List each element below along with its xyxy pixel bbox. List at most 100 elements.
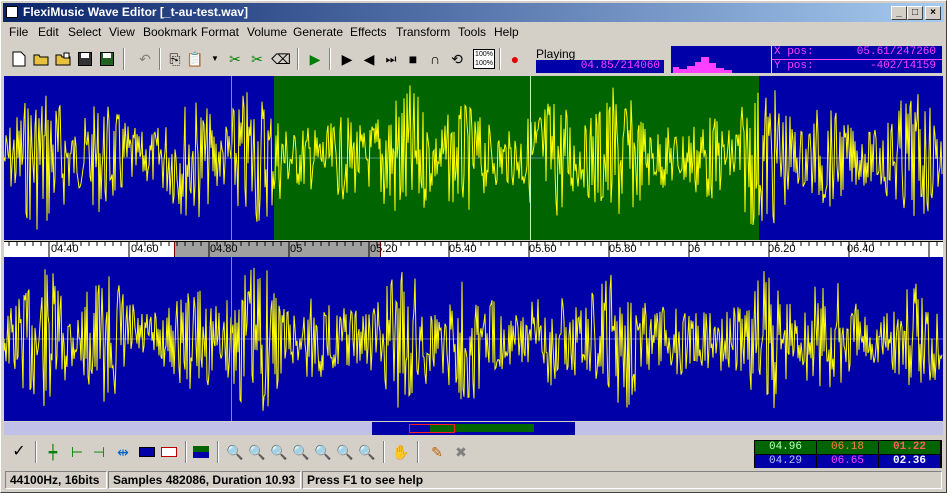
play-icon[interactable]: ▶	[305, 48, 325, 70]
overview-viewport[interactable]	[372, 422, 575, 435]
zoom-one-icon[interactable]: 🔍	[313, 441, 333, 463]
toolbar-separator	[123, 48, 125, 70]
select-to-end-icon[interactable]: ⊣	[89, 441, 109, 463]
title-bar: FlexiMusic Wave Editor [_t-au-test.wav] …	[3, 3, 944, 22]
level-meter-bars	[673, 57, 732, 73]
select-none-icon[interactable]	[159, 441, 179, 463]
ruler-label: 05.80	[609, 243, 637, 255]
marker-icon[interactable]: ┿	[43, 441, 63, 463]
playback-cursor[interactable]	[231, 257, 232, 421]
ruler-label: 05.20	[370, 243, 398, 255]
x-pos-value: 05.61/247260	[856, 46, 936, 58]
view-end-time: 06.65	[817, 455, 878, 468]
repeat-icon[interactable]: ⟲	[447, 48, 467, 70]
waveform-left-trace	[4, 85, 943, 230]
open-recent-icon[interactable]	[53, 48, 73, 70]
playback-status-label: Playing	[536, 47, 576, 61]
step-forward-icon[interactable]: ⏭	[381, 48, 401, 70]
status-samples: Samples 482086, Duration 10.93	[108, 471, 301, 489]
view-length: 02.36	[879, 455, 940, 468]
menu-help[interactable]: Help	[494, 25, 519, 39]
playback-cursor[interactable]	[231, 76, 232, 240]
menu-transform[interactable]: Transform	[396, 25, 450, 39]
paste-dropdown-icon[interactable]: ▼	[205, 48, 225, 70]
ruler-label: 06.40	[847, 243, 875, 255]
toolbar-separator	[159, 48, 161, 70]
status-format: 44100Hz, 16bits	[5, 471, 107, 489]
hand-scroll-icon[interactable]: ✋	[391, 441, 411, 463]
zoom-100-label: 100%	[475, 51, 493, 58]
ruler-label: 05.60	[529, 243, 557, 255]
app-icon	[6, 6, 18, 18]
new-file-icon[interactable]	[9, 48, 29, 70]
loop-icon[interactable]: ∩	[425, 48, 445, 70]
select-between-icon[interactable]: ⇹	[113, 441, 133, 463]
toolbar-separator	[217, 441, 219, 463]
play-selection-icon[interactable]: ▶	[337, 48, 357, 70]
zoom-out-icon[interactable]: 🔍	[291, 441, 311, 463]
minimize-button[interactable]: _	[891, 6, 907, 20]
toolbar-separator	[383, 441, 385, 463]
select-to-start-icon[interactable]: ⊢	[67, 441, 87, 463]
waveform-channel-right[interactable]	[4, 257, 943, 421]
pencil-icon[interactable]: ✎	[427, 441, 447, 463]
time-ruler[interactable]: 04.40 04.60 04.80 05 05.20 05.40 05.60 0…	[4, 241, 943, 258]
menu-view[interactable]: View	[109, 25, 135, 39]
main-window: FlexiMusic Wave Editor [_t-au-test.wav] …	[0, 0, 947, 493]
crop-icon[interactable]: ✂	[247, 48, 267, 70]
main-toolbar: ↶ ⎘ 📋 ▼ ✂ ✂ ⌫ ▶ ▶ ◀ ⏭ ■ ∩ ⟲ 100% 100% ● …	[3, 44, 944, 74]
toolbar-separator	[297, 48, 299, 70]
y-pos-label: Y pos:	[774, 60, 814, 72]
menu-bookmark[interactable]: Bookmark	[143, 25, 197, 39]
zoom-vertical-in-icon[interactable]: 🔍	[335, 441, 355, 463]
overview-visible-frame	[409, 424, 455, 433]
copy-icon[interactable]: ⎘	[165, 48, 185, 70]
save-as-icon[interactable]	[97, 48, 117, 70]
menu-select[interactable]: Select	[68, 25, 101, 39]
y-pos-value: -402/14159	[869, 60, 936, 72]
toolbar-separator	[185, 441, 187, 463]
menu-format[interactable]: Format	[201, 25, 239, 39]
tools-icon[interactable]: ✖	[451, 441, 471, 463]
select-all-icon[interactable]	[137, 441, 157, 463]
playback-position: 04.85/214060	[536, 60, 664, 73]
paste-icon[interactable]: 📋	[185, 48, 205, 70]
zoom-100-button[interactable]: 100% 100%	[473, 49, 495, 69]
ruler-label: 06	[688, 243, 701, 255]
rewind-icon[interactable]: ◀	[359, 48, 379, 70]
ruler-label: 04.40	[51, 243, 79, 255]
stop-icon[interactable]: ■	[403, 48, 423, 70]
zoom-in-icon[interactable]: 🔍	[269, 441, 289, 463]
selection-color-icon[interactable]	[191, 441, 211, 463]
record-icon[interactable]: ●	[505, 48, 525, 70]
window-title: FlexiMusic Wave Editor [_t-au-test.wav]	[23, 5, 248, 19]
menu-edit[interactable]: Edit	[38, 25, 59, 39]
waveform-channel-left[interactable]	[4, 76, 943, 240]
zoom-fit-icon[interactable]: 🔍	[247, 441, 267, 463]
zoom-100-label: 100%	[475, 60, 493, 67]
save-icon[interactable]	[75, 48, 95, 70]
menu-effects[interactable]: Effects	[350, 25, 386, 39]
close-button[interactable]: ×	[925, 6, 941, 20]
menu-tools[interactable]: Tools	[458, 25, 486, 39]
maximize-button[interactable]: □	[907, 6, 923, 20]
checkmark-icon[interactable]: ✓	[9, 441, 29, 463]
toolbar-separator	[329, 48, 331, 70]
ruler-label: 05	[290, 243, 303, 255]
selection-end-time: 06.18	[817, 441, 878, 454]
open-folder-icon[interactable]	[31, 48, 51, 70]
view-start-time: 04.29	[755, 455, 816, 468]
cut-icon[interactable]: ✂	[225, 48, 245, 70]
toolbar-separator	[417, 441, 419, 463]
menu-generate[interactable]: Generate	[293, 25, 343, 39]
ruler-label: 06.20	[768, 243, 796, 255]
eraser-icon[interactable]: ⌫	[271, 48, 291, 70]
selection-start-time: 04.96	[755, 441, 816, 454]
overview-scrollbar[interactable]	[4, 422, 943, 435]
menu-file[interactable]: File	[9, 25, 28, 39]
zoom-selection-icon[interactable]: 🔍	[225, 441, 245, 463]
zoom-vertical-out-icon[interactable]: 🔍	[357, 441, 377, 463]
menu-volume[interactable]: Volume	[247, 25, 287, 39]
toolbar-separator	[499, 48, 501, 70]
undo-icon[interactable]: ↶	[135, 48, 155, 70]
